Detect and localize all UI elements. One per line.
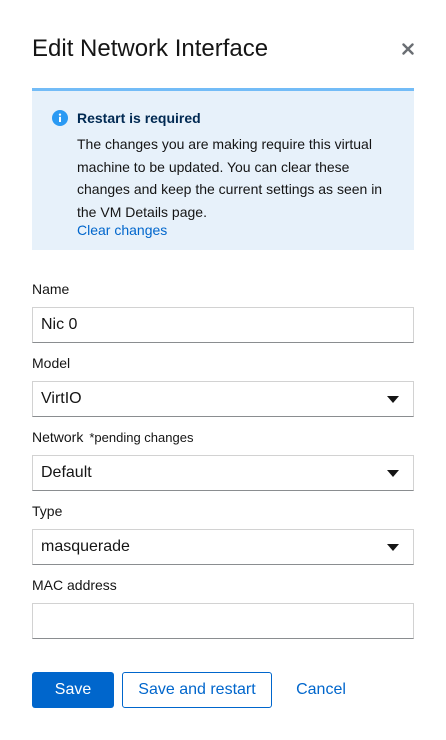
caret-down-icon (387, 470, 399, 477)
save-and-restart-button[interactable]: Save and restart (122, 672, 272, 708)
save-button[interactable]: Save (32, 672, 114, 708)
mac-address-input[interactable] (32, 603, 414, 639)
close-icon (402, 43, 414, 55)
network-label-row: Network *pending changes (32, 427, 193, 448)
network-label: Network (32, 429, 84, 445)
clear-changes-link[interactable]: Clear changes (77, 220, 167, 240)
name-input[interactable]: Nic 0 (32, 307, 414, 343)
cancel-button[interactable]: Cancel (284, 672, 358, 708)
modal-title: Edit Network Interface (32, 35, 269, 62)
alert-body: The changes you are making require this … (77, 136, 383, 220)
edit-network-interface-modal: Edit Network Interface Restart is requir… (0, 0, 446, 740)
caret-down-icon (387, 396, 399, 403)
network-select-value: Default (41, 464, 92, 481)
model-label: Model (32, 355, 71, 371)
mac-address-label: MAC address (32, 577, 117, 593)
model-select[interactable]: VirtIO (32, 381, 414, 417)
info-circle-icon (52, 110, 68, 126)
restart-required-alert: Restart is required The changes you are … (32, 88, 414, 250)
alert-title: Restart is required (77, 110, 201, 126)
pending-changes-label: *pending changes (89, 430, 194, 445)
type-label: Type (32, 503, 63, 519)
type-select[interactable]: masquerade (32, 529, 414, 565)
network-select[interactable]: Default (32, 455, 414, 491)
name-label: Name (32, 281, 70, 297)
close-button[interactable] (397, 38, 419, 60)
name-input-value: Nic 0 (41, 316, 78, 333)
caret-down-icon (387, 544, 399, 551)
model-select-value: VirtIO (41, 390, 82, 407)
type-select-value: masquerade (41, 538, 130, 555)
